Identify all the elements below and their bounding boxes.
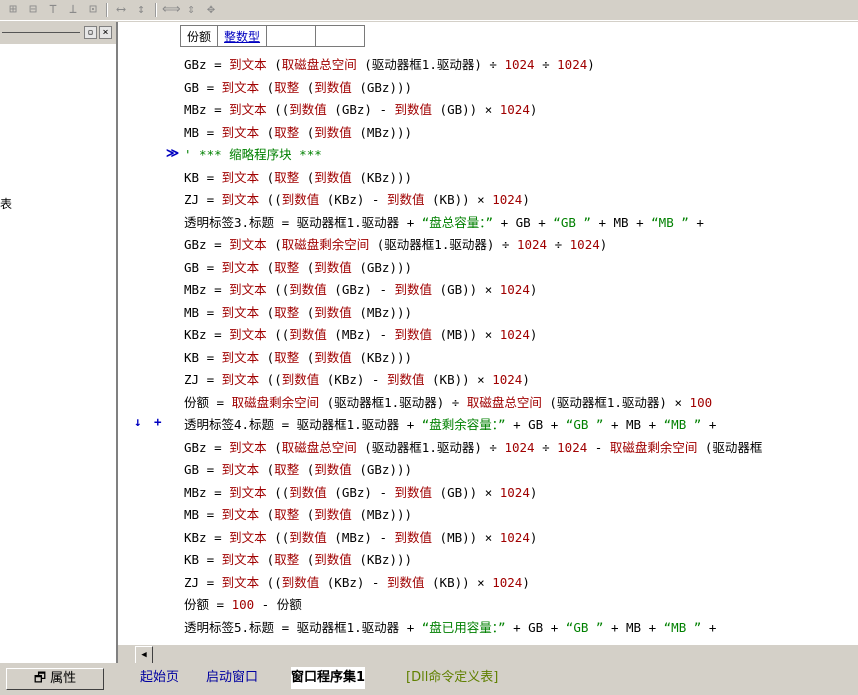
expand-plus-icon[interactable]: + (154, 414, 162, 429)
empty-cell[interactable] (266, 25, 317, 47)
code-line[interactable]: GB = 到文本 (取整 (到数值 (GBz))) (184, 459, 412, 481)
code-line[interactable]: MBz = 到文本 ((到数值 (GBz) - 到数值 (GB)) × 1024… (184, 279, 537, 301)
code-line[interactable]: GB = 到文本 (取整 (到数值 (GBz))) (184, 77, 412, 99)
restore-icon[interactable]: ▫ (84, 26, 97, 39)
space-vertical-icon[interactable]: ↕ (132, 2, 150, 18)
code-line[interactable]: 透明标签3.标题 = 驱动器框1.驱动器 + “盘总容量：” + GB + “G… (184, 212, 704, 234)
code-line[interactable]: GBz = 到文本 (取磁盘总空间 (驱动器框1.驱动器) ÷ 1024 ÷ 1… (184, 437, 762, 459)
code-line[interactable]: MB = 到文本 (取整 (到数值 (MBz))) (184, 122, 412, 144)
code-line[interactable]: MBz = 到文本 ((到数值 (GBz) - 到数值 (GB)) × 1024… (184, 482, 537, 504)
align-top-icon[interactable]: ⊤ (44, 2, 62, 18)
scroll-left-icon[interactable]: ◀ (135, 646, 153, 664)
code-line[interactable]: GB = 到文本 (取整 (到数值 (GBz))) (184, 257, 412, 279)
left-panel-titlebar: ▫ × (0, 22, 116, 44)
code-line[interactable]: KBz = 到文本 ((到数值 (MBz) - 到数值 (MB)) × 1024… (184, 324, 537, 346)
align-left-icon[interactable]: ⊞ (4, 2, 22, 18)
tab-start-page[interactable]: 起始页 (140, 667, 179, 689)
same-width-icon[interactable]: ⟺ (162, 2, 181, 18)
align-middle-icon[interactable]: ⊥ (64, 2, 82, 18)
code-line[interactable]: ZJ = 到文本 ((到数值 (KBz) - 到数值 (KB)) × 1024) (184, 189, 530, 211)
variable-name-cell[interactable]: 份额 (179, 25, 219, 47)
same-size-icon[interactable]: ✥ (202, 2, 220, 18)
property-label: 属性 (50, 671, 77, 686)
titlebar-grip (2, 32, 80, 33)
tab-dll-commands[interactable]: [Dll命令定义表] (406, 667, 498, 689)
toolbar: ⊞ ⊟ ⊤ ⊥ ⊡ ⟷ ↕ ⟺ ⇕ ✥ (0, 0, 858, 21)
variable-type-cell[interactable]: 整数型 (217, 25, 268, 47)
code-line[interactable]: 份额 = 取磁盘剩余空间 (驱动器框1.驱动器) ÷ 取磁盘总空间 (驱动器框1… (184, 392, 712, 414)
code-line[interactable]: KB = 到文本 (取整 (到数值 (KBz))) (184, 167, 412, 189)
code-line[interactable]: GBz = 到文本 (取磁盘总空间 (驱动器框1.驱动器) ÷ 1024 ÷ 1… (184, 54, 595, 76)
code-line[interactable]: KB = 到文本 (取整 (到数值 (KBz))) (184, 347, 412, 369)
code-line[interactable]: GBz = 到文本 (取磁盘剩余空间 (驱动器框1.驱动器) ÷ 1024 ÷ … (184, 234, 607, 256)
variable-table: 份额 整数型 (179, 25, 366, 47)
collapse-marker-icon[interactable]: ≫ (166, 145, 179, 160)
code-line[interactable]: ' *** 缩略程序块 *** (184, 144, 322, 166)
code-line[interactable]: ZJ = 到文本 ((到数值 (KBz) - 到数值 (KB)) × 1024) (184, 572, 530, 594)
code-line[interactable]: KB = 到文本 (取整 (到数值 (KBz))) (184, 549, 412, 571)
code-line[interactable]: MB = 到文本 (取整 (到数值 (MBz))) (184, 504, 412, 526)
code-line[interactable]: 透明标签5.标题 = 驱动器框1.驱动器 + “盘已用容量：” + GB + “… (184, 617, 716, 639)
left-panel-text: 表 (0, 197, 13, 211)
tab-window-program-set[interactable]: 窗口程序集1 (291, 667, 366, 689)
code-editor[interactable]: 份额 整数型 GBz = 到文本 (取磁盘总空间 (驱动器框1.驱动器) ÷ 1… (118, 22, 858, 645)
space-horizontal-icon[interactable]: ⟷ (112, 2, 130, 18)
bottom-bar: 🗗 属性 起始页 启动窗口 窗口程序集1 [Dll命令定义表] (0, 663, 858, 695)
code-line[interactable]: KBz = 到文本 ((到数值 (MBz) - 到数值 (MB)) × 1024… (184, 527, 537, 549)
align-center-icon[interactable]: ⊟ (24, 2, 42, 18)
code-line[interactable]: 份额 = 100 - 份额 (184, 594, 302, 616)
same-height-icon[interactable]: ⇕ (182, 2, 200, 18)
close-icon[interactable]: × (99, 26, 112, 39)
code-line[interactable]: MB = 到文本 (取整 (到数值 (MBz))) (184, 302, 412, 324)
toolbar-separator (106, 3, 108, 17)
code-line[interactable]: ZJ = 到文本 ((到数值 (KBz) - 到数值 (KB)) × 1024) (184, 369, 530, 391)
property-button[interactable]: 🗗 属性 (6, 668, 104, 690)
code-line[interactable]: MBz = 到文本 ((到数值 (GBz) - 到数值 (GB)) × 1024… (184, 99, 537, 121)
arrow-down-icon: ↓ (134, 414, 142, 429)
tab-startup-window[interactable]: 启动窗口 (206, 667, 258, 689)
empty-cell[interactable] (315, 25, 366, 47)
horizontal-scrollbar[interactable]: ◀ (133, 645, 858, 664)
left-panel: ▫ × 表 (0, 22, 118, 663)
code-line[interactable]: 透明标签4.标题 = 驱动器框1.驱动器 + “盘剩余容量：” + GB + “… (184, 414, 716, 436)
property-icon: 🗗 (33, 671, 47, 686)
align-bottom-icon[interactable]: ⊡ (84, 2, 102, 18)
toolbar-separator (155, 3, 157, 17)
